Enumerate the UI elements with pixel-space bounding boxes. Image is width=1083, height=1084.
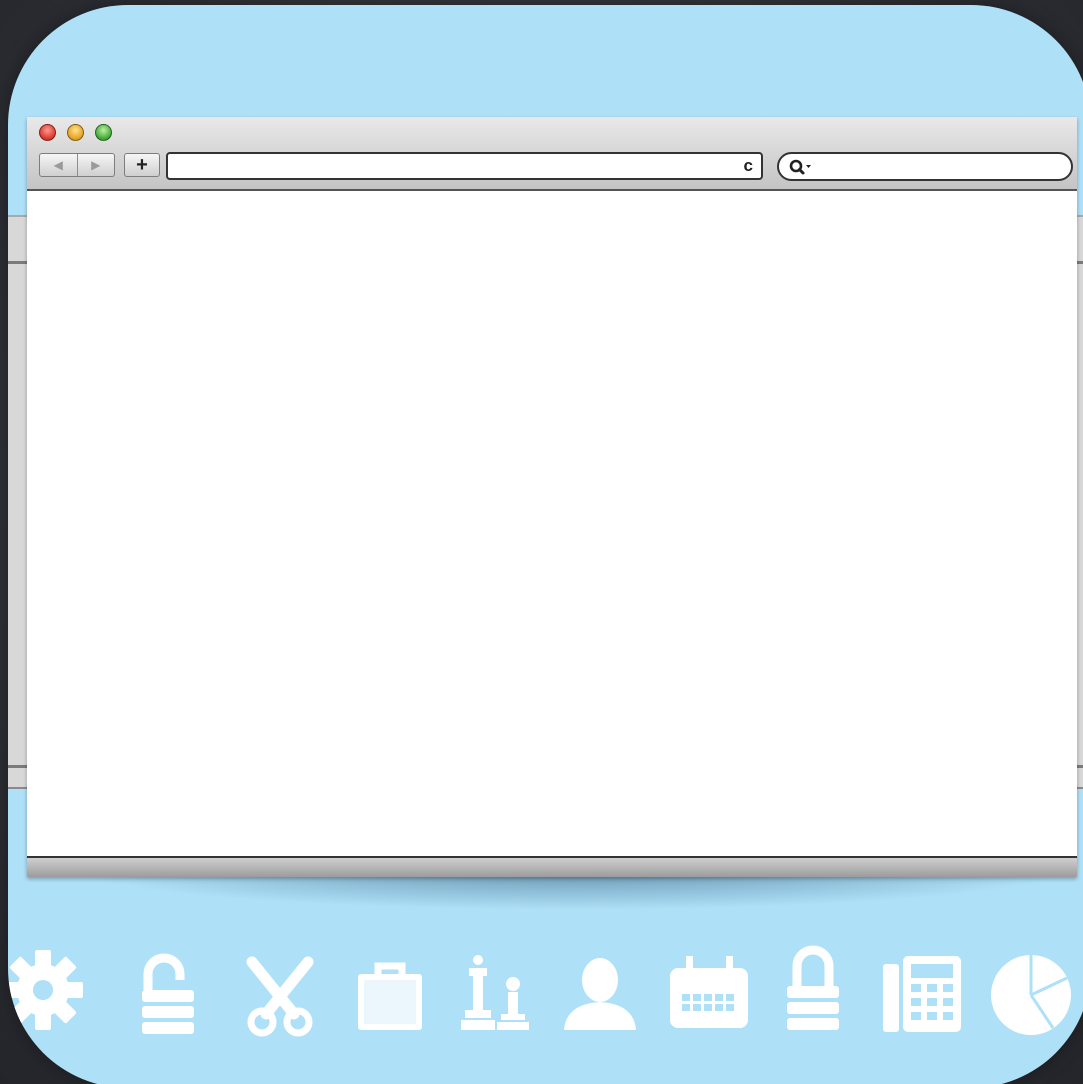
calculator-icon: [866, 940, 976, 1040]
browser-toolbar: ◀ ▶ + c: [27, 117, 1077, 191]
page-content-area: [27, 191, 1077, 856]
gear-icon: [8, 940, 98, 1040]
briefcase-icon: [335, 940, 445, 1040]
app-tile-background: ◀ ▶ + c: [8, 5, 1083, 1084]
navigation-buttons: ◀ ▶: [39, 153, 115, 177]
scissors-icon: [225, 940, 335, 1040]
address-bar[interactable]: c: [166, 152, 763, 180]
chess-pieces-icon: [438, 940, 548, 1040]
browser-status-bar: [27, 856, 1077, 877]
zoom-window-button[interactable]: [95, 124, 112, 141]
padlock-icon: [758, 940, 868, 1040]
minimize-window-button[interactable]: [67, 124, 84, 141]
new-tab-button[interactable]: +: [124, 153, 160, 177]
unlocked-padlock-icon: [113, 940, 223, 1040]
reload-icon[interactable]: c: [744, 156, 753, 176]
search-icon[interactable]: [788, 158, 816, 176]
pie-chart-icon: [976, 940, 1083, 1040]
browser-window: ◀ ▶ + c: [27, 117, 1077, 877]
calendar-icon: [653, 940, 763, 1040]
new-tab-label: +: [136, 154, 148, 176]
forward-button[interactable]: ▶: [76, 154, 115, 176]
triangle-right-icon: ▶: [91, 158, 101, 172]
search-field[interactable]: [777, 152, 1073, 181]
icon-dock: [8, 940, 1083, 1050]
close-window-button[interactable]: [39, 124, 56, 141]
back-button[interactable]: ◀: [40, 154, 77, 176]
triangle-left-icon: ◀: [53, 158, 63, 172]
user-icon: [543, 940, 653, 1040]
